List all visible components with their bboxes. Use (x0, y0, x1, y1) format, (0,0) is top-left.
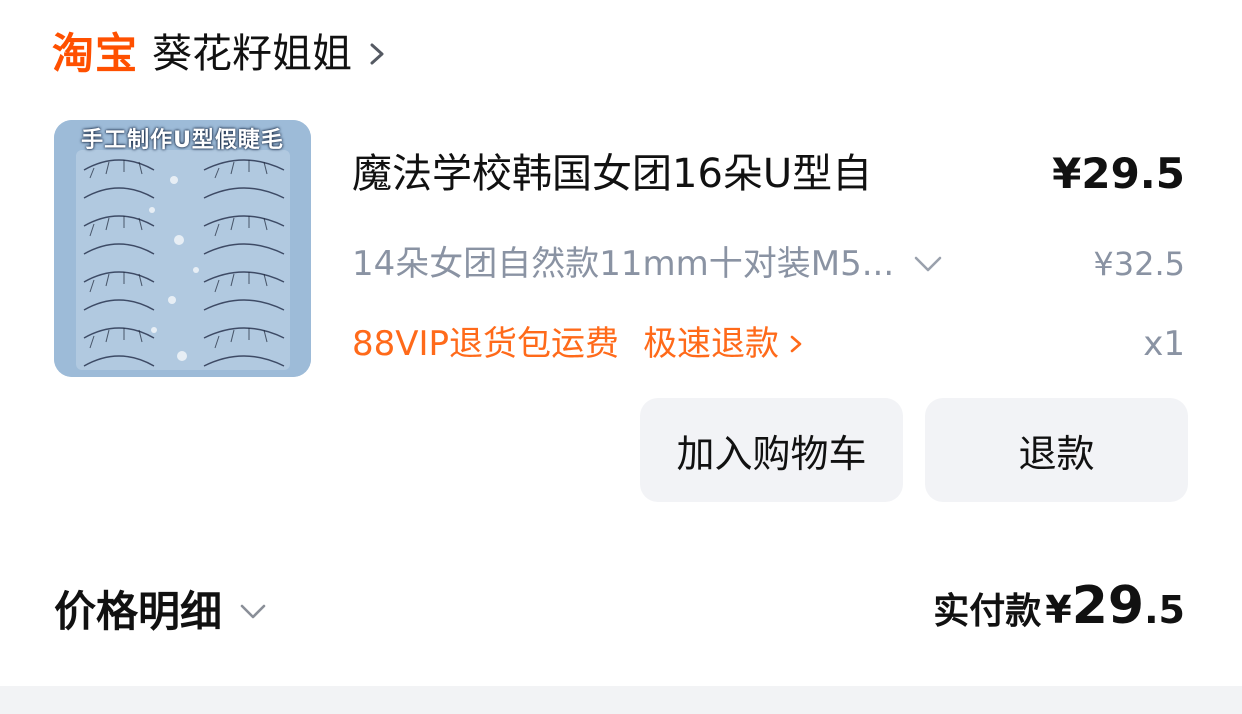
sku-selector[interactable]: 14朵女团自然款11mm十对装M5... (352, 238, 944, 290)
refund-button[interactable]: 退款 (925, 398, 1188, 502)
store-header[interactable]: 淘宝 葵花籽姐姐 (52, 24, 388, 84)
order-item-card: 淘宝 葵花籽姐姐 手工制作U型假睫毛 魔法学校韩国女团16朵U型自 ¥29.5 … (0, 0, 1242, 714)
product-image-caption: 手工制作U型假睫毛 (81, 128, 284, 153)
store-name[interactable]: 葵花籽姐姐 (152, 24, 352, 84)
chevron-down-icon (914, 256, 942, 272)
amount-paid-decimal: .5 (1144, 588, 1185, 632)
chevron-right-icon (790, 335, 802, 353)
promo-row: 88VIP退货包运费 极速退款 (352, 318, 803, 370)
fast-refund-link[interactable]: 极速退款 (643, 318, 803, 370)
eyelash-tray-graphic (54, 120, 311, 377)
vip-return-shipping-tag: 88VIP退货包运费 (352, 324, 620, 364)
price-detail-toggle[interactable]: 价格明细 (54, 582, 268, 642)
product-image[interactable]: 手工制作U型假睫毛 (54, 120, 311, 377)
amount-paid: 实付款 ¥ 29 .5 (933, 576, 1185, 636)
chevron-right-icon (370, 43, 384, 65)
price-detail-label: 价格明细 (54, 587, 223, 636)
quantity: x1 (1143, 324, 1185, 364)
amount-paid-integer: 29 (1071, 576, 1145, 636)
product-price: ¥29.5 (1052, 149, 1185, 198)
fast-refund-label: 极速退款 (643, 324, 780, 364)
product-title[interactable]: 魔法学校韩国女团16朵U型自 (352, 146, 872, 202)
sku-text: 14朵女团自然款11mm十对装M5... (352, 244, 895, 284)
amount-paid-currency: ¥ (1045, 588, 1072, 632)
bottom-divider (0, 686, 1242, 714)
original-price: ¥32.5 (1093, 245, 1185, 283)
chevron-down-icon (240, 604, 266, 619)
taobao-logo: 淘宝 (52, 29, 139, 78)
add-to-cart-button[interactable]: 加入购物车 (640, 398, 903, 502)
amount-paid-label: 实付款 (933, 591, 1042, 632)
